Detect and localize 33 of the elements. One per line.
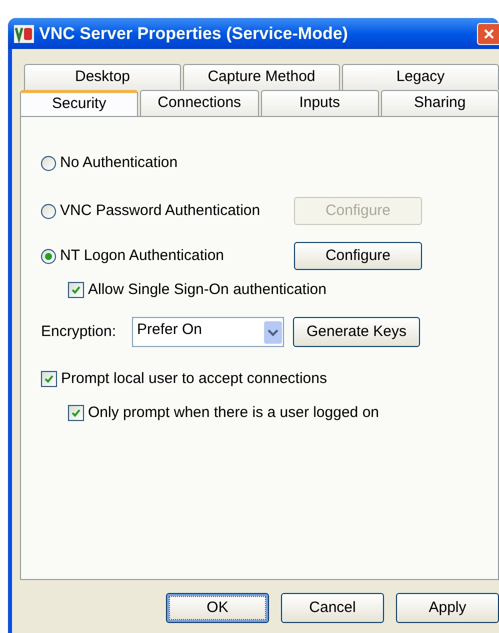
check-icon [71,408,81,418]
app-logo-icon [14,24,34,42]
checkbox[interactable] [41,371,57,387]
configure-button[interactable]: Configure [294,242,422,270]
window-title: VNC Server Properties (Service-Mode) [39,22,348,45]
option-label: NT Logon Authentication [60,246,224,266]
encryption-label: Encryption: [41,322,118,342]
check-icon [44,374,54,384]
option-label: Only prompt when there is a user logged on [88,402,379,423]
dialog-button[interactable]: Apply [396,593,499,623]
option-label: VNC Password Authentication [60,200,260,221]
tab[interactable]: Desktop [24,64,181,90]
close-icon [482,28,494,40]
tab[interactable]: Capture Method [183,64,340,90]
radio-button[interactable] [41,156,56,170]
generate-keys-button[interactable]: Generate Keys [293,317,420,347]
radio-button[interactable] [41,248,56,264]
tab[interactable]: Security [20,90,138,116]
tab[interactable]: Sharing [380,90,499,116]
encryption-dropdown[interactable]: Prefer On [132,317,284,347]
tab[interactable]: Legacy [342,64,499,90]
tab[interactable]: Inputs [260,90,379,116]
option-label: Prompt local user to accept connections [61,368,327,389]
dialog-button[interactable]: OK [166,593,269,623]
radio-button[interactable] [41,204,56,218]
option-label: No Authentication [60,152,178,173]
close-button[interactable] [477,22,499,44]
checkbox[interactable] [68,405,84,421]
dialog-button[interactable]: Cancel [281,593,384,623]
option-label: Allow Single Sign-On authentication [88,280,326,300]
checkbox[interactable] [68,282,84,298]
tab[interactable]: Connections [140,90,258,116]
check-icon [71,285,81,295]
